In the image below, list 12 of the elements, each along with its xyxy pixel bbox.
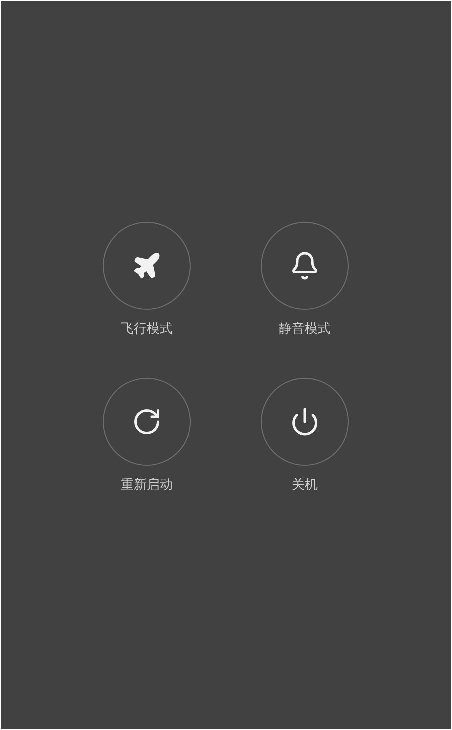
bell-icon <box>290 251 320 281</box>
action-label: 飞行模式 <box>121 321 173 339</box>
action-label: 关机 <box>292 477 318 495</box>
action-button[interactable] <box>261 222 349 310</box>
action-button[interactable] <box>261 378 349 466</box>
power-icon <box>290 407 320 437</box>
action-label: 静音模式 <box>279 321 331 339</box>
action-button[interactable] <box>103 378 191 466</box>
action-label: 重新启动 <box>121 477 173 495</box>
airplane-icon <box>132 251 162 281</box>
action-button[interactable] <box>103 222 191 310</box>
restart-icon <box>132 407 162 437</box>
